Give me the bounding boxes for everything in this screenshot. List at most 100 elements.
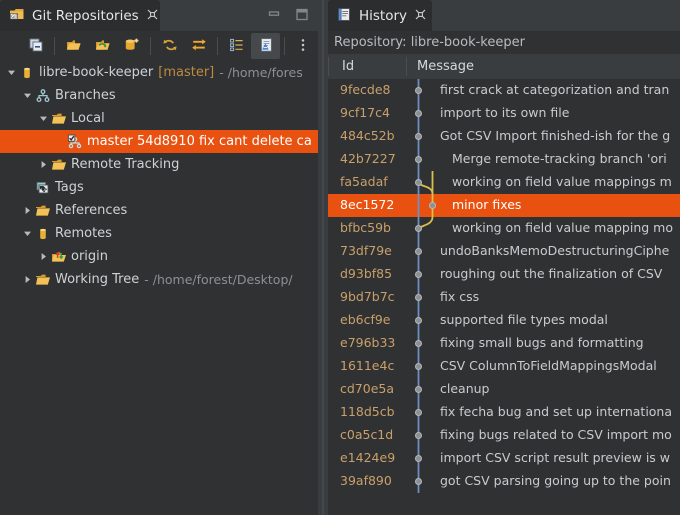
git-repositories-tree[interactable]: libre-book-keeper [master] - /home/fores… bbox=[0, 61, 318, 515]
chevron-right-icon[interactable] bbox=[39, 249, 48, 264]
tree-item-tags[interactable]: 1.0 Tags bbox=[0, 176, 318, 199]
tab-git-repositories-label: Git Repositories bbox=[32, 7, 139, 24]
history-commit-list[interactable]: 9fecde8 first crack at categorization an… bbox=[328, 79, 680, 515]
commit-message: fixing small bugs and formatting bbox=[440, 335, 644, 350]
commit-message: import to its own file bbox=[440, 105, 570, 120]
close-icon[interactable] bbox=[415, 9, 426, 22]
view-menu-icon bbox=[295, 37, 311, 56]
commit-id: 73df79e bbox=[340, 243, 392, 258]
maximize-icon[interactable] bbox=[295, 8, 309, 24]
commit-node-icon bbox=[415, 271, 422, 278]
tree-item-remote[interactable]: Remote Tracking bbox=[0, 153, 318, 176]
tree-twisty[interactable] bbox=[20, 226, 34, 241]
chevron-right-icon[interactable] bbox=[23, 272, 32, 287]
commit-id: bfbc59b bbox=[340, 220, 391, 235]
tab-git-repositories[interactable]: GIT Git Repositories bbox=[0, 0, 160, 31]
commit-message: working on field value mappings m bbox=[452, 174, 672, 189]
table-row[interactable]: c0a5c1d fixing bugs related to CSV impor… bbox=[328, 424, 680, 447]
commit-graph-cell bbox=[406, 355, 440, 378]
tree-item-label: References bbox=[55, 203, 128, 218]
table-row[interactable]: fa5adaf working on field value mappings … bbox=[328, 171, 680, 194]
tree-item-label: Local bbox=[71, 111, 105, 126]
tree-item-label: Tags bbox=[55, 180, 84, 195]
history-panel: History Repository: libre-book-keeper Id… bbox=[328, 0, 680, 515]
table-row[interactable]: 8ec1572 minor fixes bbox=[328, 194, 680, 217]
commit-id: fa5adaf bbox=[340, 174, 388, 189]
table-row[interactable]: 118d5cb fix fecha bug and set up interna… bbox=[328, 401, 680, 424]
table-row[interactable]: 484c52b Got CSV Import finished-ish for … bbox=[328, 125, 680, 148]
svg-text:1.0: 1.0 bbox=[41, 188, 47, 192]
panel-sash[interactable] bbox=[318, 0, 328, 515]
tree-twisty[interactable] bbox=[36, 157, 50, 172]
table-row[interactable]: e796b33 fixing small bugs and formatting bbox=[328, 332, 680, 355]
create-repository-button[interactable] bbox=[117, 33, 146, 59]
tree-item-label: Branches bbox=[55, 88, 116, 103]
link-with-selection-button[interactable] bbox=[222, 33, 251, 59]
folder-open-icon bbox=[50, 111, 68, 127]
tree-twisty[interactable] bbox=[36, 249, 50, 264]
commit-id: 118d5cb bbox=[340, 404, 395, 419]
tree-item-libre-book-keeper[interactable]: libre-book-keeper [master] - /home/fores bbox=[0, 61, 318, 84]
tree-item-label: Remotes bbox=[55, 226, 112, 241]
table-row[interactable]: 9fecde8 first crack at categorization an… bbox=[328, 79, 680, 102]
tab-history[interactable]: History bbox=[328, 0, 432, 31]
collapse-all-button[interactable] bbox=[21, 33, 50, 59]
commit-message: Got CSV Import finished-ish for the g bbox=[440, 128, 671, 143]
add-repository-button[interactable] bbox=[59, 33, 88, 59]
tree-item-references[interactable]: References bbox=[0, 199, 318, 222]
commit-node-icon bbox=[415, 133, 422, 140]
table-row[interactable]: 9bd7b7c fix css bbox=[328, 286, 680, 309]
table-row[interactable]: bfbc59b working on field value mapping m… bbox=[328, 217, 680, 240]
table-row[interactable]: cd70e5a cleanup bbox=[328, 378, 680, 401]
table-row[interactable]: 1611e4c CSV ColumnToFieldMappingsModal bbox=[328, 355, 680, 378]
chevron-right-icon[interactable] bbox=[39, 157, 48, 172]
chevron-right-icon[interactable] bbox=[23, 203, 32, 218]
chevron-down-icon[interactable] bbox=[23, 226, 32, 241]
commit-node-icon bbox=[415, 455, 422, 462]
view-menu-button[interactable] bbox=[289, 33, 318, 59]
commit-message: import CSV script result preview is w bbox=[440, 450, 671, 465]
tree-item-working[interactable]: Working Tree - /home/forest/Desktop/ bbox=[0, 268, 318, 291]
tree-item-origin[interactable]: origin bbox=[0, 245, 318, 268]
create-new-repository-icon bbox=[124, 37, 140, 56]
toolbar-separator bbox=[217, 37, 219, 55]
tree-item-branches[interactable]: Branches bbox=[0, 84, 318, 107]
chevron-down-icon[interactable] bbox=[7, 65, 16, 80]
table-row[interactable]: 42b7227 Merge remote-tracking branch 'or… bbox=[328, 148, 680, 171]
tree-twisty[interactable] bbox=[20, 203, 34, 218]
column-header-id[interactable]: Id bbox=[342, 59, 354, 74]
git-repositories-toolbar bbox=[0, 31, 318, 61]
tree-twisty[interactable] bbox=[20, 88, 34, 103]
repository-icon bbox=[18, 65, 36, 81]
tree-item-local[interactable]: Local bbox=[0, 107, 318, 130]
toolbar-separator bbox=[150, 37, 152, 55]
table-row[interactable]: 9cf17c4 import to its own file bbox=[328, 102, 680, 125]
tree-item-remotes[interactable]: Remotes bbox=[0, 222, 318, 245]
table-row[interactable]: eb6cf9e supported file types modal bbox=[328, 309, 680, 332]
minimize-icon[interactable] bbox=[267, 8, 281, 23]
branches-icon bbox=[34, 88, 52, 104]
tree-twisty[interactable] bbox=[4, 65, 18, 80]
commit-message: first crack at categorization and tran bbox=[440, 82, 670, 97]
pull-button[interactable] bbox=[155, 33, 184, 59]
table-row[interactable]: 73df79e undoBanksMemoDestructuringCiphe bbox=[328, 240, 680, 263]
tree-twisty[interactable] bbox=[20, 272, 34, 287]
tree-twisty[interactable] bbox=[36, 111, 50, 126]
chevron-down-icon[interactable] bbox=[23, 88, 32, 103]
chevron-down-icon[interactable] bbox=[39, 111, 48, 126]
commit-node-icon bbox=[415, 340, 422, 347]
close-icon[interactable] bbox=[147, 9, 158, 22]
table-row[interactable]: 39af890 got CSV parsing going up to the … bbox=[328, 470, 680, 493]
collapse-all-icon bbox=[28, 37, 44, 56]
clone-repository-button[interactable] bbox=[88, 33, 117, 59]
push-button[interactable] bbox=[184, 33, 213, 59]
tree-item-master[interactable]: master 54d8910 fix cant delete ca bbox=[0, 130, 318, 153]
eclipse-egit-window: GIT Git Repositories libre-book-keeper [… bbox=[0, 0, 680, 515]
table-row[interactable]: e1424e9 import CSV script result preview… bbox=[328, 447, 680, 470]
toggle-branch-hierarchy-button[interactable] bbox=[251, 33, 281, 59]
column-header-message[interactable]: Message bbox=[417, 59, 474, 74]
clone-repository-icon bbox=[95, 37, 111, 56]
table-row[interactable]: d93bf85 roughing out the finalization of… bbox=[328, 263, 680, 286]
commit-graph-cell bbox=[406, 286, 440, 309]
commit-message: roughing out the finalization of CSV bbox=[440, 266, 663, 281]
